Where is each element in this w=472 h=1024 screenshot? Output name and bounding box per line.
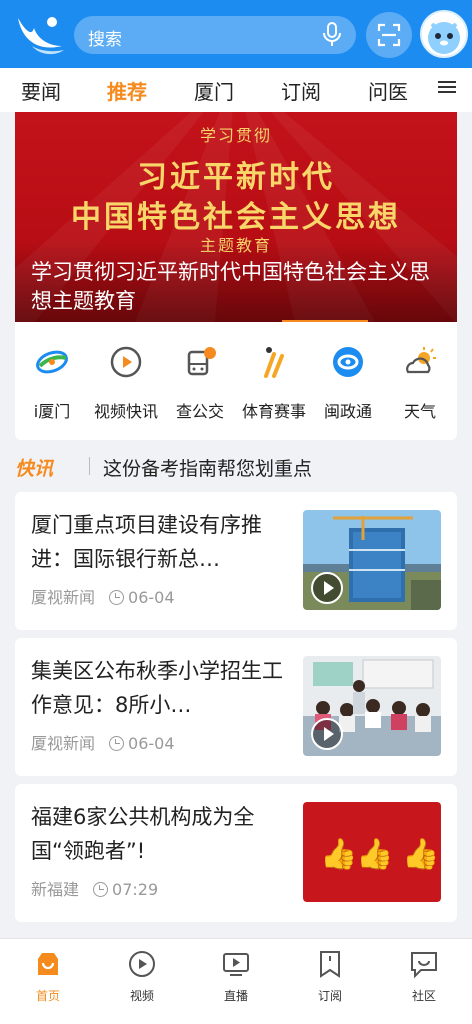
channel-tabs: 要闻 推荐 厦门 订阅 问医 — [0, 68, 472, 112]
nav-community[interactable]: 社区 — [394, 949, 454, 1004]
flash-headline[interactable]: 这份备考指南帮您划重点 — [103, 454, 312, 481]
minzhengtong-icon — [333, 347, 363, 377]
news-card[interactable]: 福建6家公共机构成为全国“领跑者”! 新福建 07:29 👍 👍 👍 — [15, 784, 457, 922]
quick-access-panel: i厦门 视频快讯 查公交 体育赛事 闽政通 天气 — [15, 322, 457, 440]
quick-item-label: i厦门 — [33, 402, 71, 421]
quick-item-label: 体育赛事 — [241, 402, 306, 421]
nav-label: 首页 — [35, 989, 60, 1003]
flash-divider — [89, 457, 90, 475]
news-thumbnail[interactable]: 👍 👍 👍 — [303, 802, 441, 902]
avatar-icon — [428, 22, 460, 54]
bottom-navigation: 首页 视频 直播 订阅 社区 — [0, 938, 472, 1024]
app-header: 搜索 — [0, 0, 472, 68]
news-source: 厦视新闻 — [31, 588, 96, 607]
news-meta: 厦视新闻 06-04 — [31, 584, 175, 608]
play-icon[interactable] — [311, 718, 343, 750]
quick-item-minzhengtong[interactable]: 闽政通 — [311, 344, 385, 422]
news-card[interactable]: 集美区公布秋季小学招生工作意见：8所小… 厦视新闻 06-04 — [15, 638, 457, 776]
tab-dingyue[interactable]: 订阅 — [281, 76, 321, 105]
news-thumbnail[interactable] — [303, 656, 441, 756]
news-title[interactable]: 集美区公布秋季小学招生工作意见：8所小… — [31, 654, 293, 722]
quick-item-sports[interactable]: 体育赛事 — [237, 344, 311, 422]
quick-item-bus[interactable]: 查公交 — [163, 344, 237, 422]
play-icon[interactable] — [311, 572, 343, 604]
nav-live[interactable]: 直播 — [206, 949, 266, 1004]
quick-item-label: 闽政通 — [323, 402, 372, 421]
clock-icon — [109, 736, 125, 751]
scan-button[interactable] — [366, 12, 412, 58]
search-bar[interactable]: 搜索 — [74, 16, 356, 54]
home-icon — [38, 953, 58, 975]
nav-label: 社区 — [411, 989, 436, 1003]
seagull-logo-icon[interactable] — [12, 6, 68, 62]
bus-icon — [187, 347, 216, 376]
news-meta: 新福建 07:29 — [31, 876, 158, 900]
quick-item-label: 视频快讯 — [93, 402, 158, 421]
nav-label: 订阅 — [317, 989, 342, 1003]
subscribe-icon — [320, 951, 340, 978]
clock-icon — [109, 590, 125, 605]
nav-subscribe[interactable]: 订阅 — [300, 949, 360, 1004]
quick-item-label: 天气 — [403, 402, 436, 421]
flash-logo: 快讯 — [15, 458, 54, 480]
tab-tuijian[interactable]: 推荐 — [107, 76, 147, 105]
video-flash-icon — [110, 346, 142, 378]
banner-heading-2: 习近平新时代 — [137, 160, 335, 195]
news-time: 07:29 — [112, 880, 159, 899]
quick-item-weather[interactable]: 天气 — [383, 344, 457, 422]
news-meta: 厦视新闻 06-04 — [31, 730, 175, 754]
thumbs-up-image: 👍 👍 👍 — [303, 802, 441, 902]
community-icon — [411, 952, 437, 979]
nav-label: 直播 — [223, 989, 248, 1003]
nav-home[interactable]: 首页 — [18, 949, 78, 1004]
clock-icon — [93, 882, 109, 897]
flash-news-bar[interactable]: 快讯 这份备考指南帮您划重点 — [15, 450, 457, 482]
banner-heading-1: 学习贯彻 — [199, 126, 272, 145]
tab-wenyi[interactable]: 问医 — [368, 76, 408, 105]
tab-xiamen[interactable]: 厦门 — [194, 76, 234, 105]
banner-heading-3: 中国特色社会主义思想 — [71, 200, 401, 235]
scan-icon — [377, 23, 401, 47]
thumbs-up-icon: 👍 — [320, 836, 357, 872]
tab-yaowen[interactable]: 要闻 — [21, 76, 61, 105]
thumbs-up-icon: 👍 — [402, 836, 439, 872]
i-xiamen-icon — [36, 350, 68, 374]
news-time: 06-04 — [128, 588, 175, 607]
live-icon — [223, 953, 249, 976]
quick-item-label: 查公交 — [175, 402, 224, 421]
quick-item-i-xiamen[interactable]: i厦门 — [15, 344, 89, 422]
banner-caption: 学习贯彻习近平新时代中国特色社会主义思想主题教育 — [31, 260, 430, 313]
quick-item-video-flash[interactable]: 视频快讯 — [89, 344, 163, 422]
news-thumbnail[interactable] — [303, 510, 441, 610]
video-icon — [129, 951, 155, 977]
microphone-icon[interactable] — [322, 22, 342, 48]
avatar[interactable] — [420, 10, 468, 58]
weather-icon — [406, 347, 436, 374]
news-time: 06-04 — [128, 734, 175, 753]
tab-menu-icon[interactable] — [438, 78, 456, 96]
sports-icon — [264, 347, 284, 378]
search-input[interactable]: 搜索 — [88, 25, 122, 50]
top-banner[interactable]: 学习贯彻 习近平新时代 中国特色社会主义思想 主题教育 学习贯彻习近平新时代中国… — [15, 112, 457, 322]
news-title[interactable]: 厦门重点项目建设有序推进：国际银行新总… — [31, 508, 293, 576]
news-card[interactable]: 厦门重点项目建设有序推进：国际银行新总… 厦视新闻 06-04 — [15, 492, 457, 630]
news-source: 新福建 — [31, 880, 80, 899]
nav-video[interactable]: 视频 — [112, 949, 172, 1004]
thumbs-up-icon: 👍 — [356, 836, 393, 872]
news-title[interactable]: 福建6家公共机构成为全国“领跑者”! — [31, 800, 293, 868]
nav-label: 视频 — [129, 989, 154, 1003]
news-source: 厦视新闻 — [31, 734, 96, 753]
